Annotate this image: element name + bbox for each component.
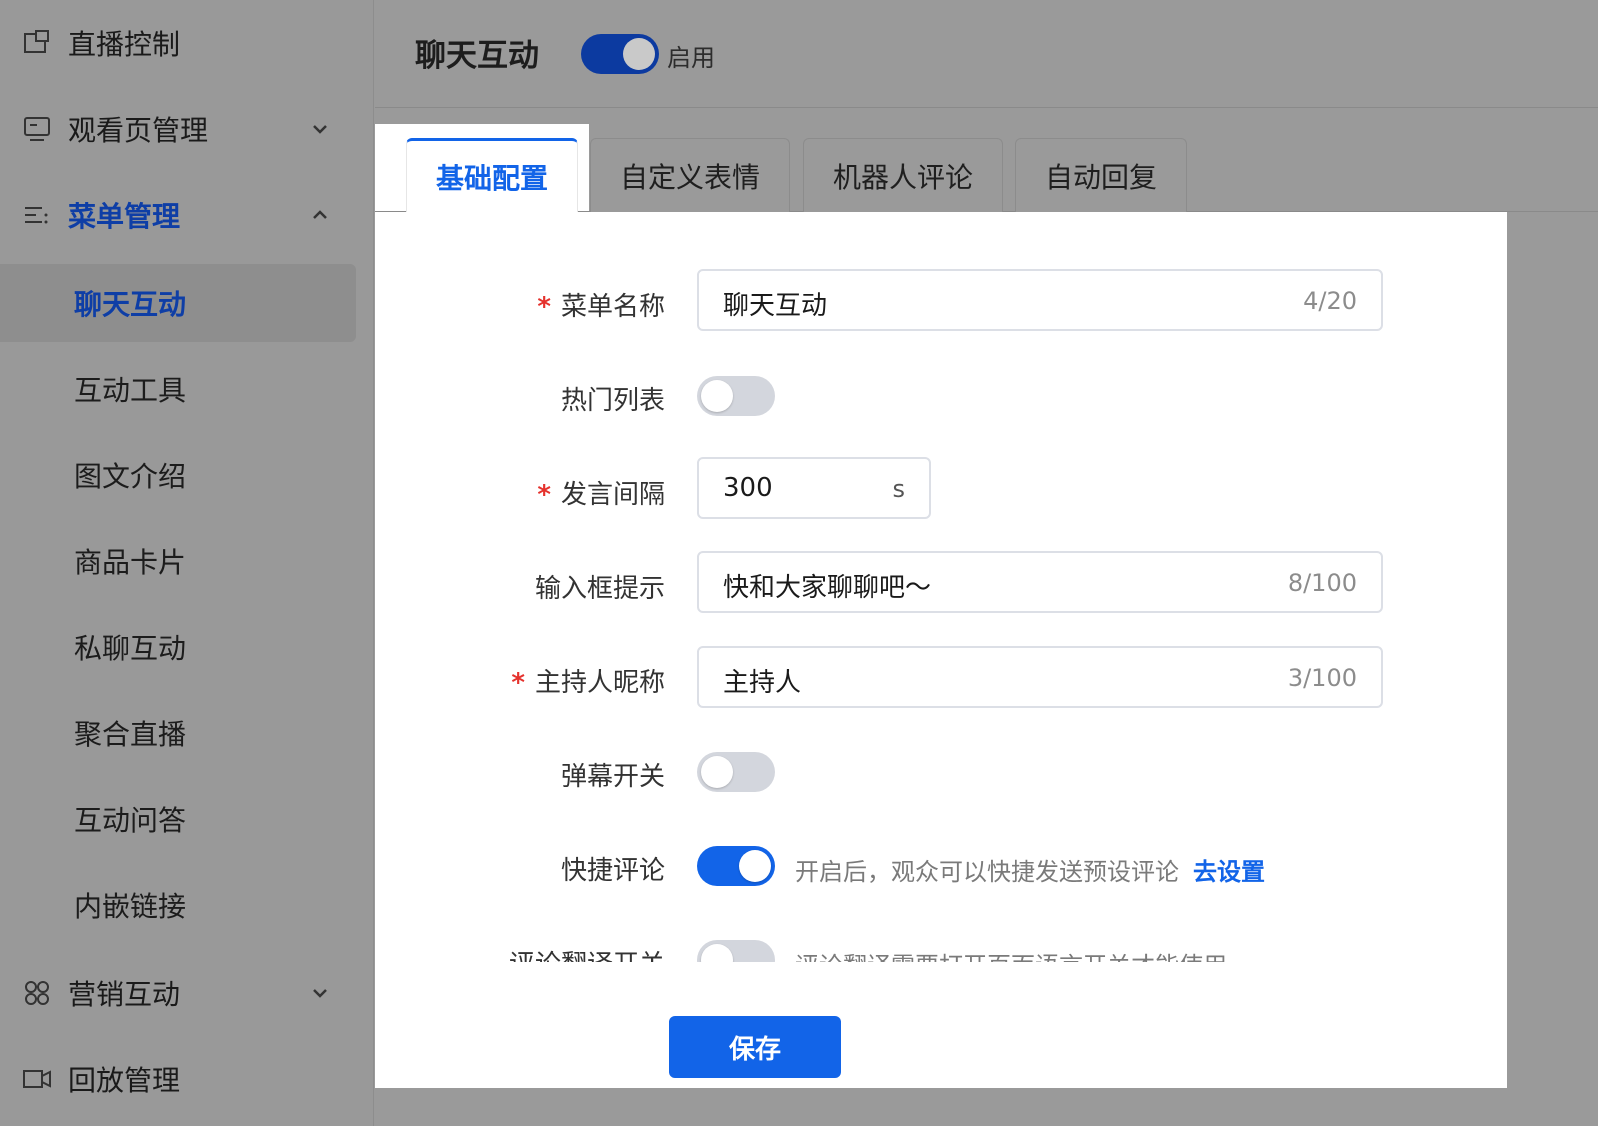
command-icon <box>25 981 49 1005</box>
sidebar-sub-label: 商品卡片 <box>74 546 187 579</box>
screen-icon <box>24 117 50 141</box>
hot-list-toggle[interactable] <box>697 376 775 416</box>
required-mark: * <box>537 292 551 322</box>
sidebar-sub-label: 私聊互动 <box>74 632 187 665</box>
tab-label: 自定义表情 <box>619 160 760 194</box>
sidebar-sub-label: 内嵌链接 <box>74 890 187 923</box>
sidebar-item-label: 营销互动 <box>68 978 181 1011</box>
config-panel: * 菜单名称 聊天互动 4/20 热门列表 * 发言间隔 300 s 输入框提示 快… <box>375 212 1507 1088</box>
sidebar-sub-private-chat[interactable]: 私聊互动 <box>0 608 356 686</box>
chevron-up-icon <box>313 210 327 219</box>
tab-bar: 基础配置 自定义表情 机器人评论 自动回复 <box>375 124 1598 212</box>
page-title: 聊天互动 <box>415 38 539 74</box>
tab-basic-config[interactable]: 基础配置 <box>406 138 578 212</box>
sidebar-item-menu-management[interactable]: 菜单管理 <box>0 172 374 258</box>
tab-label: 机器人评论 <box>832 160 973 194</box>
input-value: 主持人 <box>723 668 802 698</box>
translate-label: 评论翻译开关 <box>509 944 665 962</box>
sidebar-sub-tools[interactable]: 互动工具 <box>0 350 356 428</box>
translate-toggle[interactable] <box>697 940 775 962</box>
toggle-knob <box>701 380 733 412</box>
save-button[interactable]: 保存 <box>669 1016 841 1078</box>
sidebar-sub-product[interactable]: 商品卡片 <box>0 522 356 600</box>
menu-name-input[interactable]: 聊天互动 4/20 <box>697 269 1383 331</box>
monitor-icon <box>24 30 49 53</box>
danmaku-label: 弹幕开关 <box>560 762 665 792</box>
enable-toggle[interactable] <box>581 34 659 74</box>
sidebar-sub-label: 聊天互动 <box>74 288 187 321</box>
sidebar-item-replay[interactable]: 回放管理 <box>0 1036 374 1122</box>
host-nickname-input[interactable]: 主持人 3/100 <box>697 646 1383 708</box>
sidebar-sub-label: 聚合直播 <box>74 718 187 751</box>
menu-name-label: * 菜单名称 <box>537 292 665 322</box>
enable-toggle-label: 启用 <box>667 44 715 72</box>
input-value: 快和大家聊聊吧～ <box>723 573 932 603</box>
sidebar-sub-chat[interactable]: 聊天互动 <box>0 264 356 342</box>
chevron-down-icon <box>313 989 327 998</box>
input-hint-input[interactable]: 快和大家聊聊吧～ 8/100 <box>697 551 1383 613</box>
required-mark: * <box>511 668 525 698</box>
sidebar-item-live-control[interactable]: 直播控制 <box>0 0 374 86</box>
interval-label: * 发言间隔 <box>537 480 665 510</box>
sidebar-sub-label: 图文介绍 <box>74 460 187 493</box>
video-camera-icon <box>23 1070 51 1088</box>
toggle-knob <box>739 850 771 882</box>
form-scroll-area[interactable]: * 菜单名称 聊天互动 4/20 热门列表 * 发言间隔 300 s 输入框提示 快… <box>375 212 1507 962</box>
sidebar-sub-label: 互动问答 <box>74 804 187 837</box>
interval-input[interactable]: 300 s <box>697 457 931 519</box>
char-count: 3/100 <box>1287 664 1357 692</box>
toggle-knob <box>701 756 733 788</box>
danmaku-toggle[interactable] <box>697 752 775 792</box>
sidebar-sub-intro[interactable]: 图文介绍 <box>0 436 356 514</box>
input-hint-label: 输入框提示 <box>534 574 665 604</box>
char-count: 8/100 <box>1287 569 1357 597</box>
toggle-knob <box>623 38 655 70</box>
tab-robot-comment[interactable]: 机器人评论 <box>803 138 1003 212</box>
char-count: 4/20 <box>1303 287 1357 315</box>
sidebar: 直播控制 观看页管理 菜单管理 聊天互动 互动工具 图文介绍 商品卡片 私聊互动… <box>0 0 374 1126</box>
tab-label: 自动回复 <box>1044 160 1157 194</box>
sidebar-sub-aggregate[interactable]: 聚合直播 <box>0 694 356 772</box>
input-value: 300 <box>723 473 773 503</box>
host-nickname-label: * 主持人昵称 <box>511 668 665 698</box>
sidebar-item-watch-page[interactable]: 观看页管理 <box>0 86 374 172</box>
tab-auto-reply[interactable]: 自动回复 <box>1015 138 1187 212</box>
sidebar-item-label: 观看页管理 <box>68 114 209 147</box>
translate-hint: 评论翻译需要打开页面语言开关才能使用 <box>795 946 1227 962</box>
unit-label: s <box>892 475 905 503</box>
sidebar-item-label: 菜单管理 <box>68 200 181 233</box>
input-value: 聊天互动 <box>723 291 828 321</box>
required-mark: * <box>537 480 551 510</box>
tab-label: 基础配置 <box>435 161 548 195</box>
page-header: 聊天互动 启用 <box>375 0 1598 108</box>
chevron-down-icon <box>313 125 327 134</box>
sidebar-sub-label: 互动工具 <box>74 374 187 407</box>
sidebar-sub-qa[interactable]: 互动问答 <box>0 780 356 858</box>
hot-list-label: 热门列表 <box>560 386 665 416</box>
tab-custom-emoji[interactable]: 自定义表情 <box>590 138 790 212</box>
toggle-knob <box>701 944 733 962</box>
quick-comment-label: 快捷评论 <box>560 856 665 886</box>
quick-comment-hint: 开启后，观众可以快捷发送预设评论 去设置 <box>795 858 1265 886</box>
sidebar-item-label: 直播控制 <box>68 28 181 61</box>
list-icon <box>25 207 48 224</box>
sidebar-item-label: 回放管理 <box>68 1064 181 1097</box>
quick-comment-toggle[interactable] <box>697 846 775 886</box>
sidebar-item-marketing[interactable]: 营销互动 <box>0 950 374 1036</box>
go-settings-link[interactable]: 去设置 <box>1193 858 1265 886</box>
sidebar-sub-embed[interactable]: 内嵌链接 <box>0 866 356 944</box>
